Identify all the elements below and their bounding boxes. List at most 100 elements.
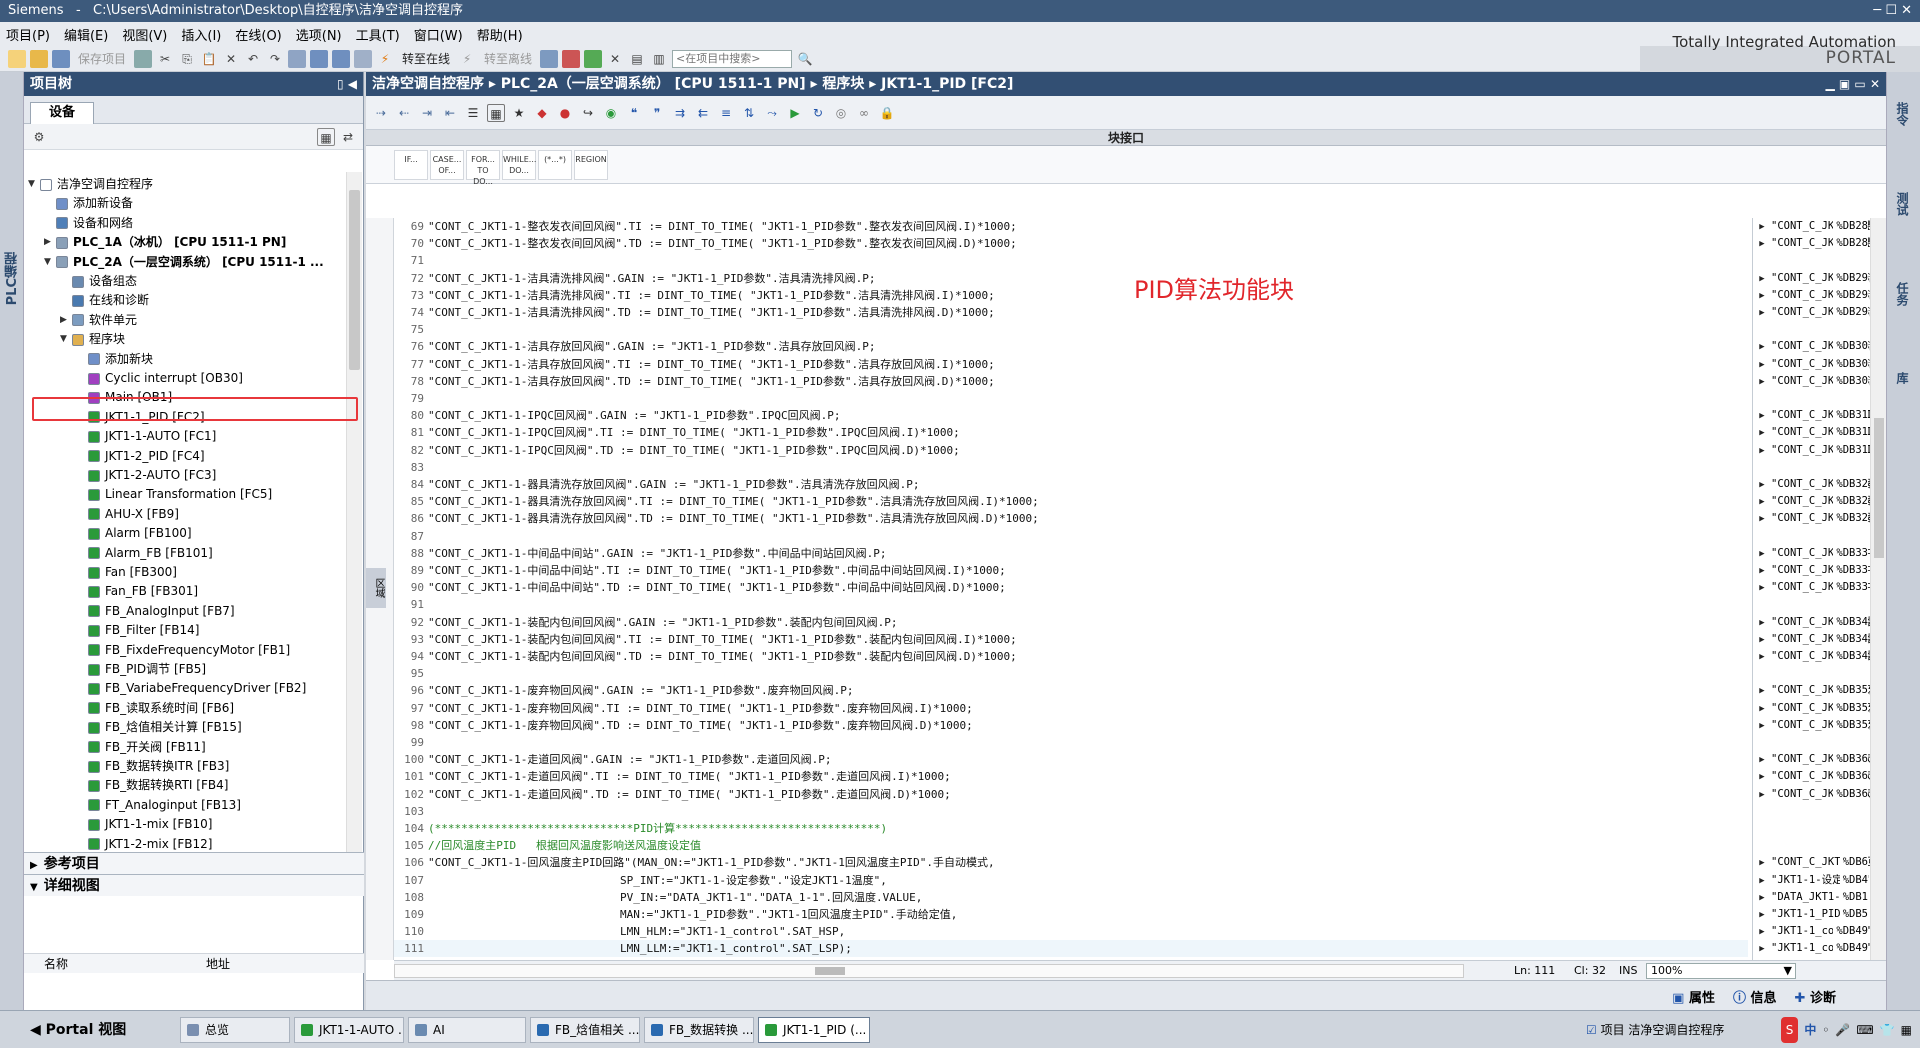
xref-row[interactable] bbox=[1753, 665, 1870, 682]
code-line[interactable]: 102 "CONT_C_JKT1-1-走道回风阀".TD := DINT_TO_T… bbox=[394, 786, 1748, 803]
chevron-right-icon[interactable]: ▶ bbox=[60, 311, 72, 330]
code-text[interactable]: (******************************PID计算****… bbox=[428, 822, 887, 835]
code-line[interactable]: 83 bbox=[394, 459, 1748, 476]
code-line[interactable]: 107 SP_INT:="JKT1-1-设定参数"."设定JKT1-1温度", bbox=[394, 872, 1748, 889]
cut-icon[interactable]: ✂ bbox=[156, 50, 174, 68]
tree-item[interactable]: FB_AnalogInput [FB7] bbox=[76, 602, 235, 621]
code-line[interactable]: 106 "CONT_C_JKT1-1-回风温度主PID回路"(MAN_ON:="J… bbox=[394, 854, 1748, 871]
code-line[interactable]: 104 (******************************PID计算*… bbox=[394, 820, 1748, 837]
expand-triangle-icon[interactable]: ▶ bbox=[1753, 236, 1771, 253]
code-line[interactable]: 108 PV_IN:="DATA_JKT1-1"."DATA_1-1".回风温度… bbox=[394, 889, 1748, 906]
tree-item[interactable]: JKT1-1-mix [FB10] bbox=[76, 815, 212, 834]
tree-options-icon[interactable]: ⚙ bbox=[30, 128, 48, 146]
code-line[interactable]: 93 "CONT_C_JKT1-1-装配内包间回风阀".TI := DINT_TO… bbox=[394, 631, 1748, 648]
code-text[interactable]: "CONT_C_JKT1-1-中间品中间站".TI := DINT_TO_TIM… bbox=[428, 564, 1006, 577]
task-ai[interactable]: AI bbox=[408, 1017, 526, 1043]
code-line[interactable]: 110 LMN_HLM:="JKT1-1_control".SAT_HSP, bbox=[394, 923, 1748, 940]
keyword-while[interactable]: WHILE... DO... bbox=[502, 149, 536, 180]
tree-item[interactable]: ▼ 洁净空调自控程序 bbox=[28, 175, 153, 194]
code-text[interactable]: "CONT_C_JKT1-1-洁具清洗排风阀".GAIN := "JKT1-1_… bbox=[428, 272, 876, 285]
expand-triangle-icon[interactable]: ▶ bbox=[1753, 563, 1771, 580]
menu-project[interactable]: 项目(P) bbox=[6, 25, 50, 44]
ime-mode[interactable]: 中 bbox=[1804, 1017, 1816, 1043]
code-line[interactable]: 70 "CONT_C_JKT1-1-整衣发衣间回风阀".TD := DINT_TO… bbox=[394, 235, 1748, 252]
menu-view[interactable]: 视图(V) bbox=[122, 25, 167, 44]
code-line[interactable]: 71 bbox=[394, 252, 1748, 269]
tree-item[interactable]: Cyclic interrupt [OB30] bbox=[76, 369, 243, 388]
code-text[interactable]: "CONT_C_JKT1-1-洁具存放回风阀".TD := DINT_TO_TI… bbox=[428, 375, 995, 388]
code-text[interactable]: "CONT_C_JKT1-1-IPQC回风阀".TD := DINT_TO_TI… bbox=[428, 444, 960, 457]
menu-help[interactable]: 帮助(H) bbox=[477, 25, 523, 44]
window-controls[interactable]: ─ ☐ ✕ bbox=[1873, 0, 1912, 22]
code-line[interactable]: 76 "CONT_C_JKT1-1-洁具存放回风阀".GAIN := "JKT1-… bbox=[394, 338, 1748, 355]
code-text[interactable]: "CONT_C_JKT1-1-装配内包间回风阀".GAIN := "JKT1-1… bbox=[428, 616, 898, 629]
xref-row[interactable] bbox=[1753, 596, 1870, 613]
expand-triangle-icon[interactable]: ▶ bbox=[1753, 718, 1771, 735]
lock-icon[interactable]: 🔒 bbox=[878, 104, 896, 122]
expand-triangle-icon[interactable]: ▶ bbox=[1753, 752, 1771, 769]
code-text[interactable]: "CONT_C_JKT1-1-废弃物回风阀".GAIN := "JKT1-1_P… bbox=[428, 684, 854, 697]
menu-tools[interactable]: 工具(T) bbox=[356, 25, 400, 44]
run-icon[interactable]: ▶ bbox=[786, 104, 804, 122]
code-text[interactable]: "CONT_C_JKT1-1-走道回风阀".GAIN := "JKT1-1_PI… bbox=[428, 753, 832, 766]
tree-item[interactable]: AHU-X [FB9] bbox=[76, 505, 179, 524]
tree-item[interactable]: 添加新块 bbox=[76, 350, 153, 369]
tab-instructions[interactable]: 指令 bbox=[1894, 102, 1911, 126]
menu-insert[interactable]: 插入(I) bbox=[181, 25, 221, 44]
expand-triangle-icon[interactable]: ▶ bbox=[1753, 683, 1771, 700]
task-jkt1-1-pid[interactable]: JKT1-1_PID (... bbox=[758, 1017, 870, 1043]
paste-icon[interactable]: 📋 bbox=[200, 50, 218, 68]
code-line[interactable]: 103 bbox=[394, 803, 1748, 820]
code-line[interactable]: 109 MAN:="JKT1-1_PID参数"."JKT1-1回风温度主PID"… bbox=[394, 906, 1748, 923]
code-line[interactable]: 99 bbox=[394, 734, 1748, 751]
overview-icon[interactable]: ▦ bbox=[317, 128, 335, 146]
copy-icon[interactable]: ⎘ bbox=[178, 50, 196, 68]
portal-view-button[interactable]: ◀ Portal 视图 bbox=[30, 1017, 126, 1043]
code-text[interactable]: "CONT_C_JKT1-1-整衣发衣间回风阀".TI := DINT_TO_T… bbox=[428, 220, 1017, 233]
goto-icon[interactable]: ↪ bbox=[579, 104, 597, 122]
insert-network-icon[interactable]: ⇢ bbox=[372, 104, 390, 122]
task-fb-convert[interactable]: FB_数据转换 ... bbox=[644, 1017, 754, 1043]
go-online-button[interactable]: 转至在线 bbox=[402, 50, 450, 67]
code-text[interactable]: "CONT_C_JKT1-1-洁具清洗排风阀".TD := DINT_TO_TI… bbox=[428, 306, 995, 319]
code-text[interactable]: "CONT_C_JKT1-1-走道回风阀".TD := DINT_TO_TIME… bbox=[428, 788, 951, 801]
comment-icon[interactable]: ❝ bbox=[625, 104, 643, 122]
code-line[interactable]: 69 "CONT_C_JKT1-1-整衣发衣间回风阀".TI := DINT_TO… bbox=[394, 218, 1748, 235]
expand-triangle-icon[interactable]: ▶ bbox=[1753, 615, 1771, 632]
tree-item[interactable]: 在线和诊断 bbox=[60, 291, 149, 310]
tree-item[interactable]: FB_PID调节 [FB5] bbox=[76, 660, 206, 679]
code-text[interactable]: "CONT_C_JKT1-1-器具清洗存放回风阀".TD := DINT_TO_… bbox=[428, 512, 1039, 525]
tab-libraries[interactable]: 库 bbox=[1894, 372, 1911, 384]
tree-item[interactable]: JKT1-2_PID [FC4] bbox=[76, 447, 205, 466]
code-text[interactable]: LMN_LLM:="JKT1-1_control".SAT_LSP); bbox=[428, 942, 852, 955]
task-fb-enthalpy[interactable]: FB_焓值相关 ... bbox=[530, 1017, 640, 1043]
tree-item[interactable]: JKT1-2-mix [FB12] bbox=[76, 835, 212, 852]
expand-triangle-icon[interactable]: ▶ bbox=[1753, 924, 1771, 941]
new-project-icon[interactable] bbox=[8, 49, 26, 68]
chevron-right-icon[interactable]: ▶ bbox=[44, 233, 56, 252]
outdent-icon[interactable]: ⇤ bbox=[441, 104, 459, 122]
start-cpu-icon[interactable] bbox=[562, 49, 581, 68]
code-line[interactable]: 72 "CONT_C_JKT1-1-洁具清洗排风阀".GAIN := "JKT1-… bbox=[394, 270, 1748, 287]
tree-item[interactable]: JKT1-1-AUTO [FC1] bbox=[76, 427, 216, 446]
chevron-down-icon[interactable]: ▼ bbox=[28, 175, 40, 194]
expand-triangle-icon[interactable]: ▶ bbox=[1753, 907, 1771, 924]
list-icon[interactable]: ☰ bbox=[464, 104, 482, 122]
favorites-icon[interactable]: ★ bbox=[510, 104, 528, 122]
menu-edit[interactable]: 编辑(E) bbox=[64, 25, 108, 44]
code-text[interactable]: "CONT_C_JKT1-1-走道回风阀".TI := DINT_TO_TIME… bbox=[428, 770, 951, 783]
xref-row[interactable] bbox=[1753, 820, 1870, 837]
absolute-operands-icon[interactable]: ▦ bbox=[487, 103, 505, 122]
expand-triangle-icon[interactable]: ▶ bbox=[1753, 408, 1771, 425]
go-online-icon[interactable]: ⚡ bbox=[376, 50, 394, 68]
sort-icon[interactable]: ⇅ bbox=[740, 104, 758, 122]
menu-window[interactable]: 窗口(W) bbox=[414, 25, 463, 44]
accessible-devices-icon[interactable] bbox=[540, 49, 559, 68]
expand-triangle-icon[interactable]: ▶ bbox=[1753, 425, 1771, 442]
indent-left-icon[interactable]: ⇇ bbox=[694, 104, 712, 122]
keyboard-icon[interactable]: ⌨ bbox=[1856, 1017, 1873, 1043]
skin-icon[interactable]: 👕 bbox=[1880, 1017, 1895, 1043]
code-text[interactable]: MAN:="JKT1-1_PID参数"."JKT1-1回风温度主PID".手动给… bbox=[428, 908, 957, 921]
code-text[interactable]: "CONT_C_JKT1-1-整衣发衣间回风阀".TD := DINT_TO_T… bbox=[428, 237, 1017, 250]
code-line[interactable]: 85 "CONT_C_JKT1-1-器具清洗存放回风阀".TI := DINT_T… bbox=[394, 493, 1748, 510]
